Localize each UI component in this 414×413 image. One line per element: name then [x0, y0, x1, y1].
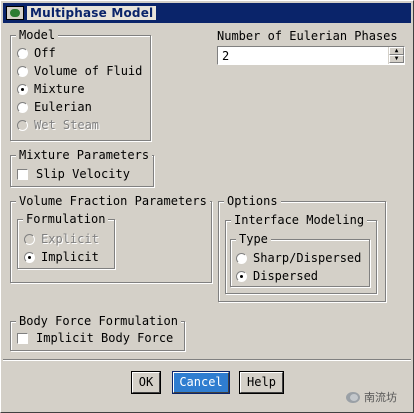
eulerian-phases-spinner[interactable]: 2 ▲ ▼ [217, 46, 405, 65]
body-force-formulation-group: Body Force Formulation Implicit Body For… [10, 313, 185, 351]
cancel-button[interactable]: Cancel [173, 372, 229, 393]
radio-button-icon[interactable] [17, 65, 28, 77]
type-group: Type Sharp/Dispersed Dispersed [230, 231, 370, 287]
spinner-buttons: ▲ ▼ [388, 47, 404, 64]
watermark: 南流坊 [346, 390, 397, 404]
radio-button-disabled-icon [17, 119, 28, 131]
slip-velocity-checkbox[interactable]: Slip Velocity [17, 166, 130, 182]
options-legend: Options [224, 193, 281, 209]
model-option-eulerian[interactable]: Eulerian [17, 99, 92, 115]
eulerian-phases-value[interactable]: 2 [222, 48, 229, 64]
model-option-off[interactable]: Off [17, 45, 56, 61]
checkbox-icon[interactable] [17, 168, 28, 180]
model-option-label: Mixture [34, 82, 85, 96]
eulerian-phases-label: Number of Eulerian Phases [217, 29, 398, 43]
radio-button-icon[interactable] [17, 101, 28, 113]
implicit-body-force-checkbox[interactable]: Implicit Body Force [17, 330, 173, 346]
formulation-option-explicit: Explicit [24, 231, 99, 247]
implicit-body-force-label: Implicit Body Force [36, 331, 174, 345]
mixture-parameters-legend: Mixture Parameters [16, 147, 153, 163]
ok-button[interactable]: OK [132, 372, 160, 393]
radio-button-selected-icon[interactable] [17, 83, 28, 95]
slip-velocity-label: Slip Velocity [36, 167, 130, 181]
model-option-label: Eulerian [34, 100, 92, 114]
type-option-dispersed[interactable]: Dispersed [236, 268, 318, 284]
interface-modeling-group: Interface Modeling Type Sharp/Dispersed … [225, 212, 377, 294]
formulation-group: Formulation Explicit Implicit [17, 211, 115, 269]
spin-up-arrow-icon[interactable]: ▲ [389, 47, 404, 55]
radio-button-icon[interactable] [236, 252, 247, 264]
checkbox-icon[interactable] [17, 332, 28, 344]
help-button[interactable]: Help [240, 372, 283, 393]
options-group: Options Interface Modeling Type Sharp/Di… [218, 193, 386, 302]
title-bar[interactable]: Multiphase Model [3, 3, 411, 23]
model-group: Model Off Volume of Fluid Mixture Euleri… [10, 27, 151, 141]
watermark-text: 南流坊 [364, 391, 397, 404]
model-option-label: Off [34, 46, 56, 60]
interface-modeling-legend: Interface Modeling [231, 212, 368, 228]
volume-fraction-parameters-legend: Volume Fraction Parameters [16, 193, 210, 209]
model-group-legend: Model [16, 27, 59, 43]
button-bar-separator [3, 359, 411, 361]
type-option-sharp-dispersed[interactable]: Sharp/Dispersed [236, 250, 361, 266]
formulation-legend: Formulation [23, 211, 109, 227]
body-force-formulation-legend: Body Force Formulation [16, 313, 181, 329]
wechat-icon [346, 391, 360, 403]
model-option-mixture[interactable]: Mixture [17, 81, 85, 97]
window-title: Multiphase Model [27, 6, 157, 20]
type-legend: Type [236, 231, 271, 247]
model-option-volume-of-fluid[interactable]: Volume of Fluid [17, 63, 142, 79]
model-option-wet-steam: Wet Steam [17, 117, 99, 133]
radio-button-icon[interactable] [17, 47, 28, 59]
radio-button-selected-icon[interactable] [24, 251, 35, 263]
model-option-label: Wet Steam [34, 118, 100, 132]
mixture-parameters-group: Mixture Parameters Slip Velocity [10, 147, 154, 187]
radio-button-selected-icon[interactable] [236, 270, 247, 282]
formulation-option-label: Implicit [41, 250, 99, 264]
fluent-app-icon [6, 6, 24, 20]
spin-down-arrow-icon[interactable]: ▼ [389, 55, 404, 63]
model-option-label: Volume of Fluid [34, 64, 143, 78]
radio-button-disabled-icon [24, 233, 35, 245]
formulation-option-implicit[interactable]: Implicit [24, 249, 99, 265]
type-option-label: Dispersed [253, 269, 319, 283]
type-option-label: Sharp/Dispersed [253, 251, 362, 265]
multiphase-model-dialog: Multiphase Model Model Off Volume of Flu… [0, 0, 414, 413]
volume-fraction-parameters-group: Volume Fraction Parameters Formulation E… [10, 193, 212, 283]
formulation-option-label: Explicit [41, 232, 99, 246]
